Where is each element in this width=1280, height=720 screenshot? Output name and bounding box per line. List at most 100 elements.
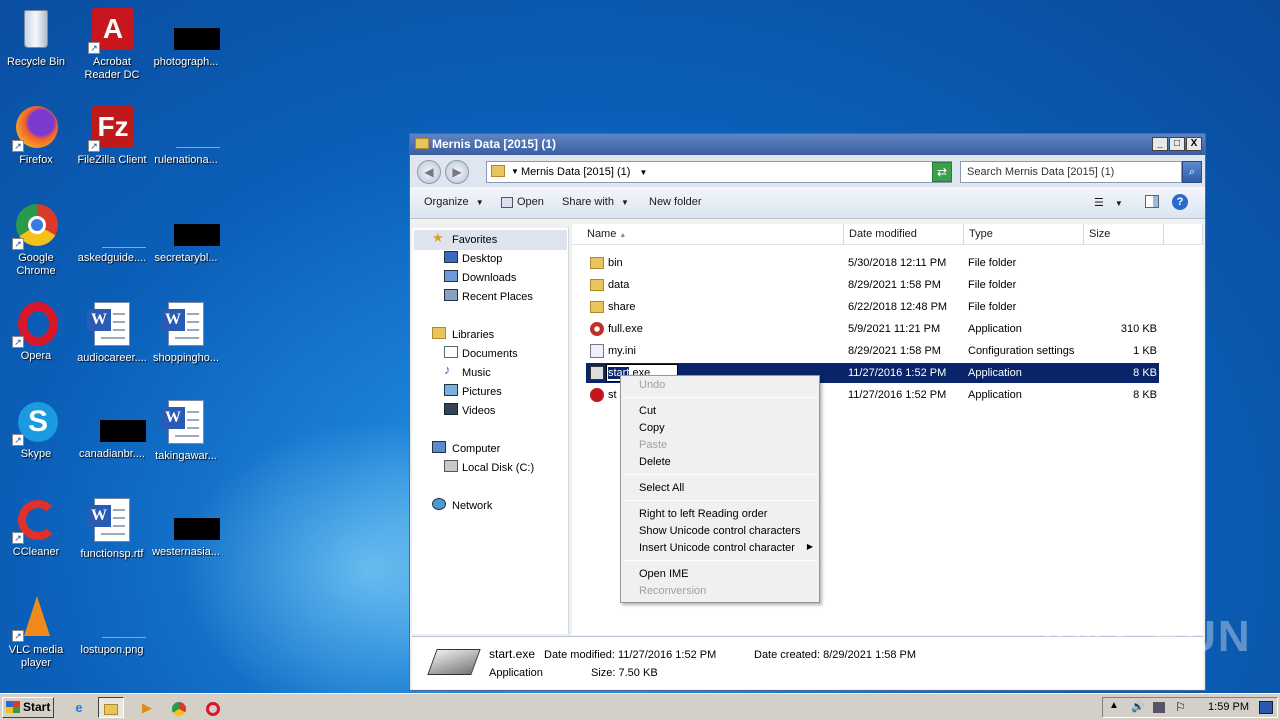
menu-insert-unicode[interactable]: Insert Unicode control character [639, 542, 795, 554]
desktop-icon-lostupon[interactable]: lostupon.png [76, 594, 148, 657]
desktop-icon-skype[interactable]: S ↗ Skype [0, 398, 72, 461]
desktop-icon-chrome[interactable]: ↗ Google Chrome [0, 202, 72, 278]
refresh-button[interactable]: ⇄ [932, 162, 952, 182]
desktop-icon-secretarybl[interactable]: secretarybl... [150, 202, 222, 265]
address-bar[interactable]: ▼ Mernis Data [2015] (1) ▼ ▼ [486, 161, 952, 183]
desktop-icon-filezilla[interactable]: Fz ↗ FileZilla Client [76, 104, 148, 167]
desktop-icon-westernasia[interactable]: westernasia... [150, 496, 222, 559]
menu-paste[interactable]: Paste [639, 439, 667, 451]
nav-documents[interactable]: Documents [462, 348, 518, 360]
menu-delete[interactable]: Delete [639, 456, 671, 468]
downloads-icon [444, 270, 458, 282]
address-breadcrumb[interactable]: Mernis Data [2015] (1) [521, 166, 630, 178]
nav-local-disk[interactable]: Local Disk (C:) [462, 462, 534, 474]
nav-libraries[interactable]: Libraries [452, 329, 494, 341]
maximize-button[interactable]: □ [1169, 137, 1185, 151]
menu-separator [623, 474, 817, 475]
file-row[interactable]: data 8/29/2021 1:58 PM File folder [586, 275, 1159, 295]
nav-recent-places[interactable]: Recent Places [462, 291, 533, 303]
system-clock[interactable]: 1:59 PM [1208, 701, 1249, 713]
menu-undo[interactable]: Undo [639, 379, 665, 391]
desktop-icon-acrobat[interactable]: A ↗ Acrobat Reader DC [76, 6, 148, 82]
window-titlebar[interactable]: Mernis Data [2015] (1) _ □ X [410, 134, 1205, 155]
folder-icon [590, 257, 604, 269]
breadcrumb-dropdown-icon[interactable]: ▼ [640, 168, 648, 177]
menu-reconversion[interactable]: Reconversion [639, 585, 706, 597]
taskbar-ie-icon[interactable]: e [66, 697, 92, 718]
menu-rtl-reading-order[interactable]: Right to left Reading order [639, 508, 767, 520]
search-icon[interactable]: ⌕ [1182, 161, 1202, 183]
music-icon: ♪ [444, 362, 451, 377]
nav-desktop[interactable]: Desktop [462, 253, 502, 265]
desktop-icon-opera[interactable]: ↗ Opera [0, 300, 72, 363]
taskbar-opera-icon[interactable] [200, 697, 226, 718]
menu-copy[interactable]: Copy [639, 422, 665, 434]
menu-show-unicode[interactable]: Show Unicode control characters [639, 525, 800, 537]
network-tray-icon[interactable] [1153, 702, 1165, 713]
nav-videos[interactable]: Videos [462, 405, 495, 417]
desktop-icon-audiocareer[interactable]: W audiocareer.... [76, 300, 148, 365]
desktop-icon-ccleaner[interactable]: ↗ CCleaner [0, 496, 72, 559]
show-desktop-icon[interactable] [1259, 701, 1273, 714]
desktop-icon-functionsp[interactable]: W functionsp.rtf [76, 496, 148, 561]
column-header-extra[interactable] [1164, 224, 1203, 245]
back-button[interactable]: ◀ [417, 160, 441, 184]
share-with-button[interactable]: Share with ▼ [562, 196, 629, 208]
desktop-icon-recycle-bin[interactable]: Recycle Bin [0, 6, 72, 69]
taskbar-media-player-icon[interactable]: ▶ [134, 697, 160, 718]
forward-button[interactable]: ▶ [445, 160, 469, 184]
desktop-icon-firefox[interactable]: ↗ Firefox [0, 104, 72, 167]
column-header-type[interactable]: Type [964, 224, 1084, 245]
anyrun-watermark: ANY RUN [1038, 612, 1252, 661]
action-center-flag-icon[interactable]: ⚐ [1175, 700, 1186, 714]
desktop-icon-takingawar[interactable]: W takingawar... [150, 398, 222, 463]
volume-icon[interactable]: 🔊 [1131, 700, 1145, 713]
desktop-icon-label: Firefox [19, 154, 53, 166]
filezilla-icon: Fz ↗ [88, 104, 136, 152]
nav-pictures[interactable]: Pictures [462, 386, 502, 398]
new-folder-button[interactable]: New folder [649, 196, 702, 208]
nav-music[interactable]: Music [462, 367, 491, 379]
file-row[interactable]: full.exe 5/9/2021 11:21 PM Application 3… [586, 319, 1159, 339]
organize-button[interactable]: Organize ▼ [424, 196, 484, 208]
minimize-button[interactable]: _ [1152, 137, 1168, 151]
nav-network[interactable]: Network [452, 500, 492, 512]
file-row[interactable]: my.ini 8/29/2021 1:58 PM Configuration s… [586, 341, 1159, 361]
nav-downloads[interactable]: Downloads [462, 272, 516, 284]
redacted-thumbnail [88, 398, 146, 446]
context-menu: Undo Cut Copy Paste Delete Select All Ri… [620, 375, 820, 603]
desktop-icon-rulenational[interactable]: rulenationa... [150, 104, 222, 167]
tray-expand-icon[interactable]: ▲ [1109, 700, 1119, 711]
nav-computer[interactable]: Computer [452, 443, 500, 455]
computer-icon [432, 441, 446, 453]
column-header-name[interactable]: Name ▲ [572, 224, 844, 245]
help-icon[interactable]: ? [1172, 194, 1188, 210]
menu-cut[interactable]: Cut [639, 405, 656, 417]
menu-open-ime[interactable]: Open IME [639, 568, 689, 580]
view-options-icon[interactable]: ☰ ▼ [1094, 196, 1123, 209]
desktop-icon-canadianbr[interactable]: canadianbr.... [76, 398, 148, 461]
open-button[interactable]: Open [501, 196, 544, 208]
desktop-icon-shoppingho[interactable]: W shoppingho... [150, 300, 222, 365]
nav-favorites[interactable]: Favorites [452, 234, 497, 246]
taskbar-chrome-icon[interactable] [166, 697, 192, 718]
sort-ascending-icon: ▲ [619, 232, 627, 239]
close-button[interactable]: X [1186, 137, 1202, 151]
desktop-icon-askedguide[interactable]: askedguide.... [76, 202, 148, 265]
column-header-size[interactable]: Size [1084, 224, 1164, 245]
menu-select-all[interactable]: Select All [639, 482, 684, 494]
desktop-icon-vlc[interactable]: ↗ VLC media player [0, 594, 72, 670]
desktop-icon-photograph[interactable]: photograph... [150, 6, 222, 69]
start-button[interactable]: Start [2, 697, 54, 718]
preview-pane-icon[interactable] [1145, 195, 1159, 208]
desktop-icon-label: FileZilla Client [77, 154, 147, 166]
column-header-date[interactable]: Date modified [844, 224, 964, 245]
system-tray: ▲ 🔊 ⚐ 1:59 PM [1102, 697, 1278, 718]
taskbar-explorer-icon[interactable] [98, 697, 124, 718]
file-row[interactable]: bin 5/30/2018 12:11 PM File folder [586, 253, 1159, 273]
file-row[interactable]: share 6/22/2018 12:48 PM File folder [586, 297, 1159, 317]
desktop-icon-label: westernasia... [152, 546, 220, 558]
search-input[interactable]: Search Mernis Data [2015] (1) [960, 161, 1182, 183]
network-icon [432, 498, 446, 510]
word-document-icon: W [87, 302, 136, 350]
